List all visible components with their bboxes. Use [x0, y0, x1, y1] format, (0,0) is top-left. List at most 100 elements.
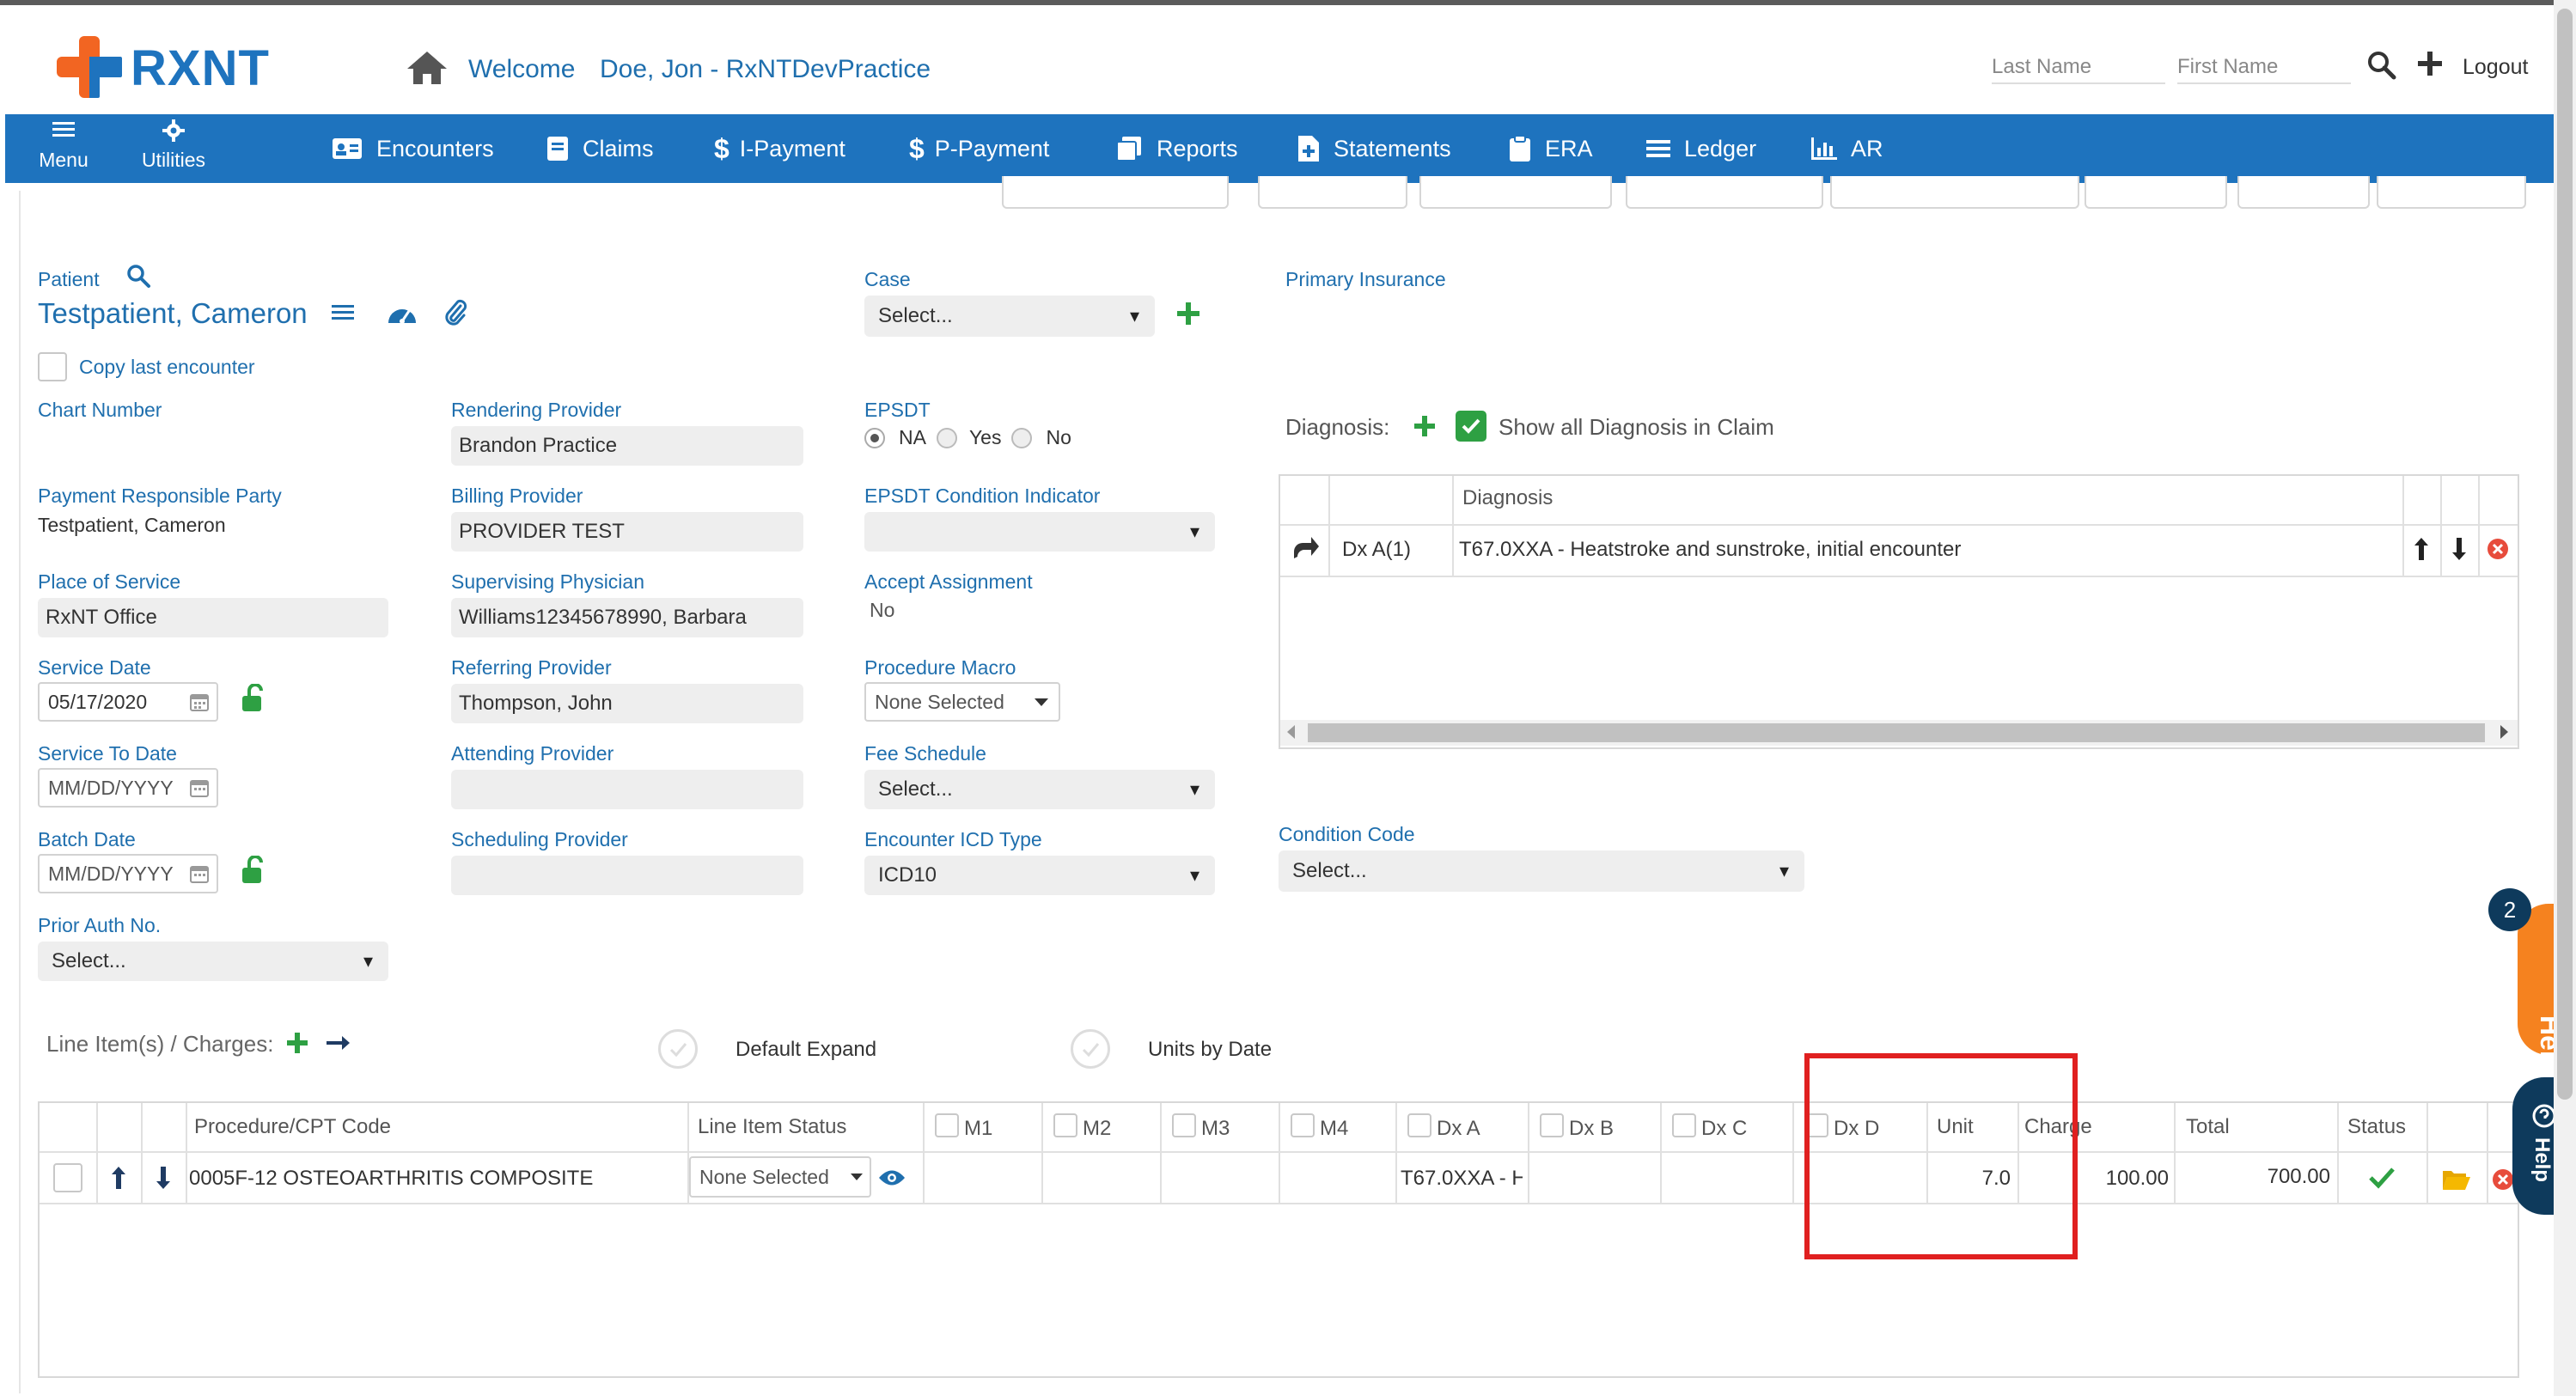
billing-provider-field[interactable]: PROVIDER TEST [451, 512, 803, 552]
dx-c-checkbox[interactable] [1672, 1113, 1696, 1137]
first-name-input[interactable]: First Name [2177, 55, 2351, 84]
add-case-icon[interactable] [1175, 301, 1201, 331]
procedure-macro-select[interactable]: None Selected [864, 682, 1060, 722]
dashboard-icon[interactable] [387, 301, 418, 329]
nav-reports[interactable]: Reports [1115, 114, 1238, 183]
user-practice-link[interactable]: Doe, Jon - RxNTDevPractice [600, 55, 931, 84]
remove-icon[interactable] [2487, 538, 2509, 564]
units-by-date-toggle[interactable] [1071, 1029, 1110, 1069]
procedure-code-cell[interactable]: 0005F-12 OSTEOARTHRITIS COMPOSITE [189, 1167, 593, 1191]
diagnosis-row-divider [1280, 576, 2518, 577]
referring-provider-label: Referring Provider [451, 656, 612, 679]
condition-code-select[interactable]: Select... [1279, 850, 1804, 892]
place-of-service-field[interactable]: RxNT Office [38, 598, 388, 637]
add-line-item-icon[interactable] [285, 1031, 309, 1059]
move-up-icon[interactable] [110, 1165, 127, 1195]
calendar-icon[interactable] [189, 863, 210, 889]
copy-last-encounter-checkbox[interactable] [38, 352, 67, 381]
prior-auth-select[interactable]: Select... [38, 942, 388, 981]
service-to-date-input[interactable]: MM/DD/YYYY [38, 768, 218, 808]
events-button[interactable] [1258, 176, 1407, 209]
help-badge[interactable]: 2 [2488, 888, 2531, 931]
eye-icon[interactable] [878, 1168, 906, 1192]
epsdt-no-label: No [1046, 426, 1071, 448]
switch-form-button[interactable] [1002, 176, 1229, 209]
nav-p-payment[interactable]: $ P-Payment [909, 114, 1049, 183]
show-all-diagnosis-checkbox[interactable] [1456, 411, 1486, 442]
remove-line-icon[interactable] [2492, 1168, 2514, 1195]
arrow-right-icon[interactable] [325, 1034, 351, 1056]
rendering-provider-field[interactable]: Brandon Practice [451, 426, 803, 466]
save-button[interactable] [2237, 176, 2370, 209]
page-vscroll-thumb[interactable] [2557, 9, 2573, 1100]
search-icon[interactable] [2366, 50, 2397, 85]
dx-b-checkbox[interactable] [1540, 1113, 1564, 1137]
nav-encounters[interactable]: Encounters [332, 114, 494, 183]
icd-type-select[interactable]: ICD10 [864, 856, 1215, 895]
send-claim-button[interactable] [1419, 176, 1612, 209]
save-claim-button[interactable] [1626, 176, 1823, 209]
move-down-icon[interactable] [155, 1165, 172, 1195]
epsdt-na-radio[interactable] [864, 427, 885, 448]
referring-provider-value: Thompson, John [459, 692, 613, 715]
notes-button[interactable] [2085, 176, 2227, 209]
col-header-total: Total [2186, 1115, 2230, 1138]
dx-a-cell[interactable]: T67.0XXA - H [1401, 1167, 1523, 1191]
row-select-checkbox[interactable] [53, 1163, 82, 1192]
share-arrow-icon[interactable] [1292, 534, 1320, 564]
m2-checkbox[interactable] [1053, 1113, 1077, 1137]
rxnt-logo-icon[interactable] [57, 36, 122, 98]
last-name-input[interactable]: Last Name [1992, 55, 2165, 84]
nav-ar[interactable]: AR [1811, 114, 1883, 183]
m1-checkbox[interactable] [935, 1113, 959, 1137]
nav-statements[interactable]: Statements [1297, 114, 1451, 183]
unlock-icon[interactable] [241, 855, 270, 889]
case-select[interactable]: Select... [864, 296, 1155, 337]
supervising-physician-field[interactable]: Williams12345678990, Barbara [451, 598, 803, 637]
move-up-icon[interactable] [2413, 536, 2430, 566]
scroll-left-icon[interactable] [1287, 725, 1295, 739]
scroll-right-icon[interactable] [2500, 725, 2508, 739]
epsdt-no-radio[interactable] [1011, 427, 1033, 448]
calendar-icon[interactable] [189, 777, 210, 803]
patient-name[interactable]: Testpatient, Cameron [38, 297, 308, 330]
paperclip-icon[interactable] [443, 299, 467, 331]
nav-i-payment[interactable]: $ I-Payment [714, 114, 845, 183]
nav-claims[interactable]: Claims [546, 114, 654, 183]
unlock-icon[interactable] [241, 683, 270, 717]
batch-date-input[interactable]: MM/DD/YYYY [38, 854, 218, 893]
logout-link[interactable]: Logout [2463, 55, 2528, 80]
calendar-icon[interactable] [189, 692, 210, 717]
cancel-button[interactable] [2377, 176, 2526, 209]
patient-search-icon[interactable] [125, 263, 151, 293]
line-item-status-select[interactable]: None Selected [689, 1156, 871, 1198]
move-down-icon[interactable] [2451, 536, 2468, 566]
top-header: RXNT Welcome Doe, Jon - RxNTDevPractice … [0, 5, 2576, 113]
epsdt-yes-radio[interactable] [936, 427, 957, 448]
menu-button[interactable]: Menu [29, 119, 98, 172]
epsdt-condition-select[interactable] [864, 512, 1215, 552]
attending-provider-field[interactable] [451, 770, 803, 809]
billing-provider-value: PROVIDER TEST [459, 520, 625, 543]
add-diagnosis-icon[interactable] [1413, 414, 1437, 442]
m4-checkbox[interactable] [1291, 1113, 1315, 1137]
service-date-input[interactable]: 05/17/2020 [38, 682, 218, 722]
dx-a-checkbox[interactable] [1407, 1113, 1431, 1137]
diagnosis-hscroll-thumb[interactable] [1308, 723, 2485, 742]
scheduling-provider-field[interactable] [451, 856, 803, 895]
manage-claims-button[interactable] [1830, 176, 2079, 209]
nav-era[interactable]: ERA [1509, 114, 1593, 183]
patient-menu-icon[interactable] [332, 302, 354, 327]
home-icon[interactable] [406, 50, 449, 90]
col-header-status: Status [2347, 1115, 2407, 1138]
folder-icon[interactable] [2442, 1168, 2471, 1195]
referring-provider-field[interactable]: Thompson, John [451, 684, 803, 723]
nav-ledger[interactable]: Ledger [1646, 114, 1756, 183]
payment-party-value: Testpatient, Cameron [38, 514, 226, 536]
line-items-row-divider [40, 1203, 2518, 1204]
utilities-button[interactable]: Utilities [131, 119, 217, 172]
default-expand-toggle[interactable] [658, 1029, 698, 1069]
fee-schedule-select[interactable]: Select... [864, 770, 1215, 809]
m3-checkbox[interactable] [1172, 1113, 1196, 1137]
add-patient-icon[interactable] [2416, 50, 2444, 82]
